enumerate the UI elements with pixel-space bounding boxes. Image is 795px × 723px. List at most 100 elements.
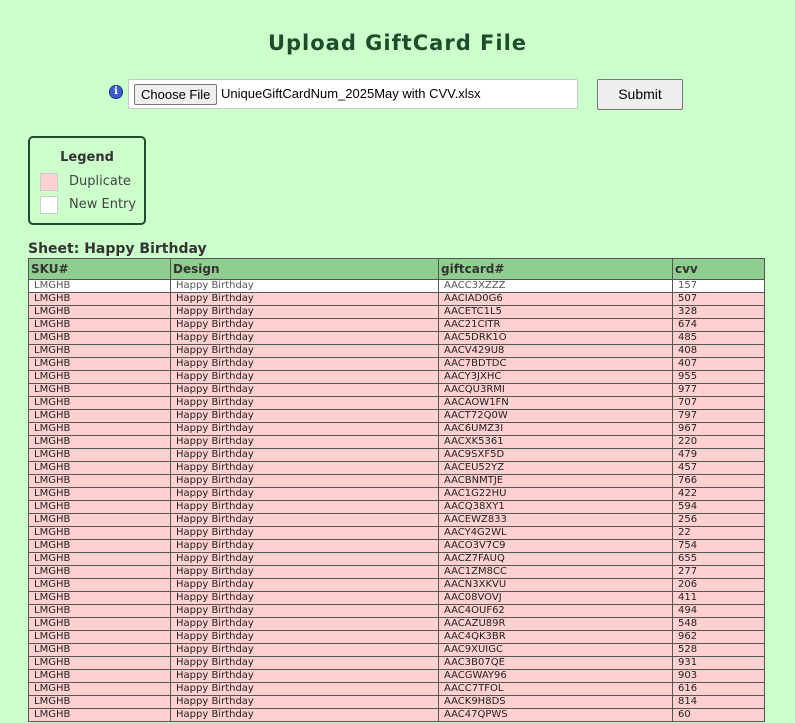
cvv-cell: 479 <box>672 448 765 462</box>
design-cell: Happy Birthday <box>170 474 439 488</box>
giftcard-cell: AACY3JXHC <box>438 370 673 384</box>
sku-cell: LMGHB <box>28 578 171 592</box>
table-row: LMGHB Happy Birthday AACETC1L5 328 <box>28 305 765 319</box>
giftcard-cell: AACN3XKVU <box>438 578 673 592</box>
cvv-cell: 507 <box>672 292 765 306</box>
info-icon[interactable]: i <box>109 85 123 99</box>
giftcard-cell: AAC4OUF62 <box>438 604 673 618</box>
cvv-cell: 408 <box>672 344 765 358</box>
cvv-cell: 277 <box>672 565 765 579</box>
design-cell: Happy Birthday <box>170 344 439 358</box>
cvv-cell: 766 <box>672 474 765 488</box>
cvv-cell: 655 <box>672 552 765 566</box>
table-row: LMGHB Happy Birthday AAC3B07QE 931 <box>28 656 765 670</box>
column-header-sku: SKU# <box>28 258 171 280</box>
sku-cell: LMGHB <box>28 422 171 436</box>
table-row: LMGHB Happy Birthday AACO3V7C9 754 <box>28 539 765 553</box>
cvv-cell: 494 <box>672 604 765 618</box>
column-header-cvv: cvv <box>672 258 765 280</box>
design-cell: Happy Birthday <box>170 578 439 592</box>
sku-cell: LMGHB <box>28 357 171 371</box>
giftcard-cell: AACZ7FAUQ <box>438 552 673 566</box>
design-cell: Happy Birthday <box>170 409 439 423</box>
sku-cell: LMGHB <box>28 500 171 514</box>
design-cell: Happy Birthday <box>170 643 439 657</box>
table-row: LMGHB Happy Birthday AAC08VOVJ 411 <box>28 591 765 605</box>
design-cell: Happy Birthday <box>170 461 439 475</box>
sku-cell: LMGHB <box>28 396 171 410</box>
cvv-cell: 256 <box>672 513 765 527</box>
cvv-cell: 594 <box>672 500 765 514</box>
table-row: LMGHB Happy Birthday AACGWAY96 903 <box>28 669 765 683</box>
table-row: LMGHB Happy Birthday AACBNMTJE 766 <box>28 474 765 488</box>
sku-cell: LMGHB <box>28 370 171 384</box>
choose-file-button[interactable]: Choose File <box>134 84 218 105</box>
design-cell: Happy Birthday <box>170 682 439 696</box>
sku-cell: LMGHB <box>28 682 171 696</box>
table-row: LMGHB Happy Birthday AACV429U8 408 <box>28 344 765 358</box>
legend-label-duplicate: Duplicate <box>69 174 131 189</box>
design-cell: Happy Birthday <box>170 695 439 709</box>
table-row: LMGHB Happy Birthday AAC7BDTDC 407 <box>28 357 765 371</box>
table-row: LMGHB Happy Birthday AACEU52YZ 457 <box>28 461 765 475</box>
sku-cell: LMGHB <box>28 344 171 358</box>
design-cell: Happy Birthday <box>170 565 439 579</box>
design-cell: Happy Birthday <box>170 383 439 397</box>
sku-cell: LMGHB <box>28 708 171 722</box>
sku-cell: LMGHB <box>28 552 171 566</box>
sku-cell: LMGHB <box>28 643 171 657</box>
design-cell: Happy Birthday <box>170 435 439 449</box>
cvv-cell: 931 <box>672 656 765 670</box>
giftcard-cell: AACBNMTJE <box>438 474 673 488</box>
giftcard-cell: AAC4QK3BR <box>438 630 673 644</box>
design-cell: Happy Birthday <box>170 591 439 605</box>
sku-cell: LMGHB <box>28 331 171 345</box>
giftcard-cell: AACXK5361 <box>438 435 673 449</box>
cvv-cell: 814 <box>672 695 765 709</box>
sku-cell: LMGHB <box>28 630 171 644</box>
table-row: LMGHB Happy Birthday AACN3XKVU 206 <box>28 578 765 592</box>
selected-file-name: UniqueGiftCardNum_2025May with CVV.xlsx <box>221 86 481 101</box>
table-body: LMGHB Happy Birthday AACC3XZZZ 157 LMGHB Happ… <box>28 279 765 722</box>
table-row: LMGHB Happy Birthday AACC3XZZZ 157 <box>28 279 765 293</box>
table-header-row: SKU# Design giftcard# cvv <box>28 258 765 280</box>
giftcard-cell: AAC6UMZ3I <box>438 422 673 436</box>
giftcard-cell: AAC08VOVJ <box>438 591 673 605</box>
giftcard-cell: AACIAD0G6 <box>438 292 673 306</box>
table-row: LMGHB Happy Birthday AACIAD0G6 507 <box>28 292 765 306</box>
cvv-cell: 528 <box>672 643 765 657</box>
giftcard-cell: AAC9XUIGC <box>438 643 673 657</box>
cvv-cell: 422 <box>672 487 765 501</box>
giftcard-cell: AAC1G22HU <box>438 487 673 501</box>
giftcard-cell: AAC1ZM8CC <box>438 565 673 579</box>
giftcard-cell: AACQ38XY1 <box>438 500 673 514</box>
table-row: LMGHB Happy Birthday AAC1G22HU 422 <box>28 487 765 501</box>
design-cell: Happy Birthday <box>170 500 439 514</box>
column-header-giftcard: giftcard# <box>438 258 673 280</box>
design-cell: Happy Birthday <box>170 305 439 319</box>
cvv-cell: 411 <box>672 591 765 605</box>
new-entry-swatch <box>40 196 58 214</box>
sku-cell: LMGHB <box>28 604 171 618</box>
design-cell: Happy Birthday <box>170 513 439 527</box>
sku-cell: LMGHB <box>28 565 171 579</box>
sku-cell: LMGHB <box>28 487 171 501</box>
table-row: LMGHB Happy Birthday AACXK5361 220 <box>28 435 765 449</box>
table-row: LMGHB Happy Birthday AAC6UMZ3I 967 <box>28 422 765 436</box>
table-row: LMGHB Happy Birthday AACZ7FAUQ 655 <box>28 552 765 566</box>
submit-button[interactable]: Submit <box>597 79 683 110</box>
sku-cell: LMGHB <box>28 292 171 306</box>
legend-label-new-entry: New Entry <box>69 197 137 212</box>
sheet-title: Sheet: Happy Birthday <box>28 241 207 257</box>
giftcard-cell: AAC9SXF5D <box>438 448 673 462</box>
file-input[interactable]: Choose File UniqueGiftCardNum_2025May wi… <box>128 79 578 109</box>
sku-cell: LMGHB <box>28 409 171 423</box>
design-cell: Happy Birthday <box>170 669 439 683</box>
cvv-cell: 797 <box>672 409 765 423</box>
table-row: LMGHB Happy Birthday AACAZU89R 548 <box>28 617 765 631</box>
design-cell: Happy Birthday <box>170 318 439 332</box>
giftcard-cell: AACEU52YZ <box>438 461 673 475</box>
table-row: LMGHB Happy Birthday AAC4QK3BR 962 <box>28 630 765 644</box>
legend-box: Legend Duplicate New Entry <box>28 136 146 225</box>
cvv-cell: 967 <box>672 422 765 436</box>
